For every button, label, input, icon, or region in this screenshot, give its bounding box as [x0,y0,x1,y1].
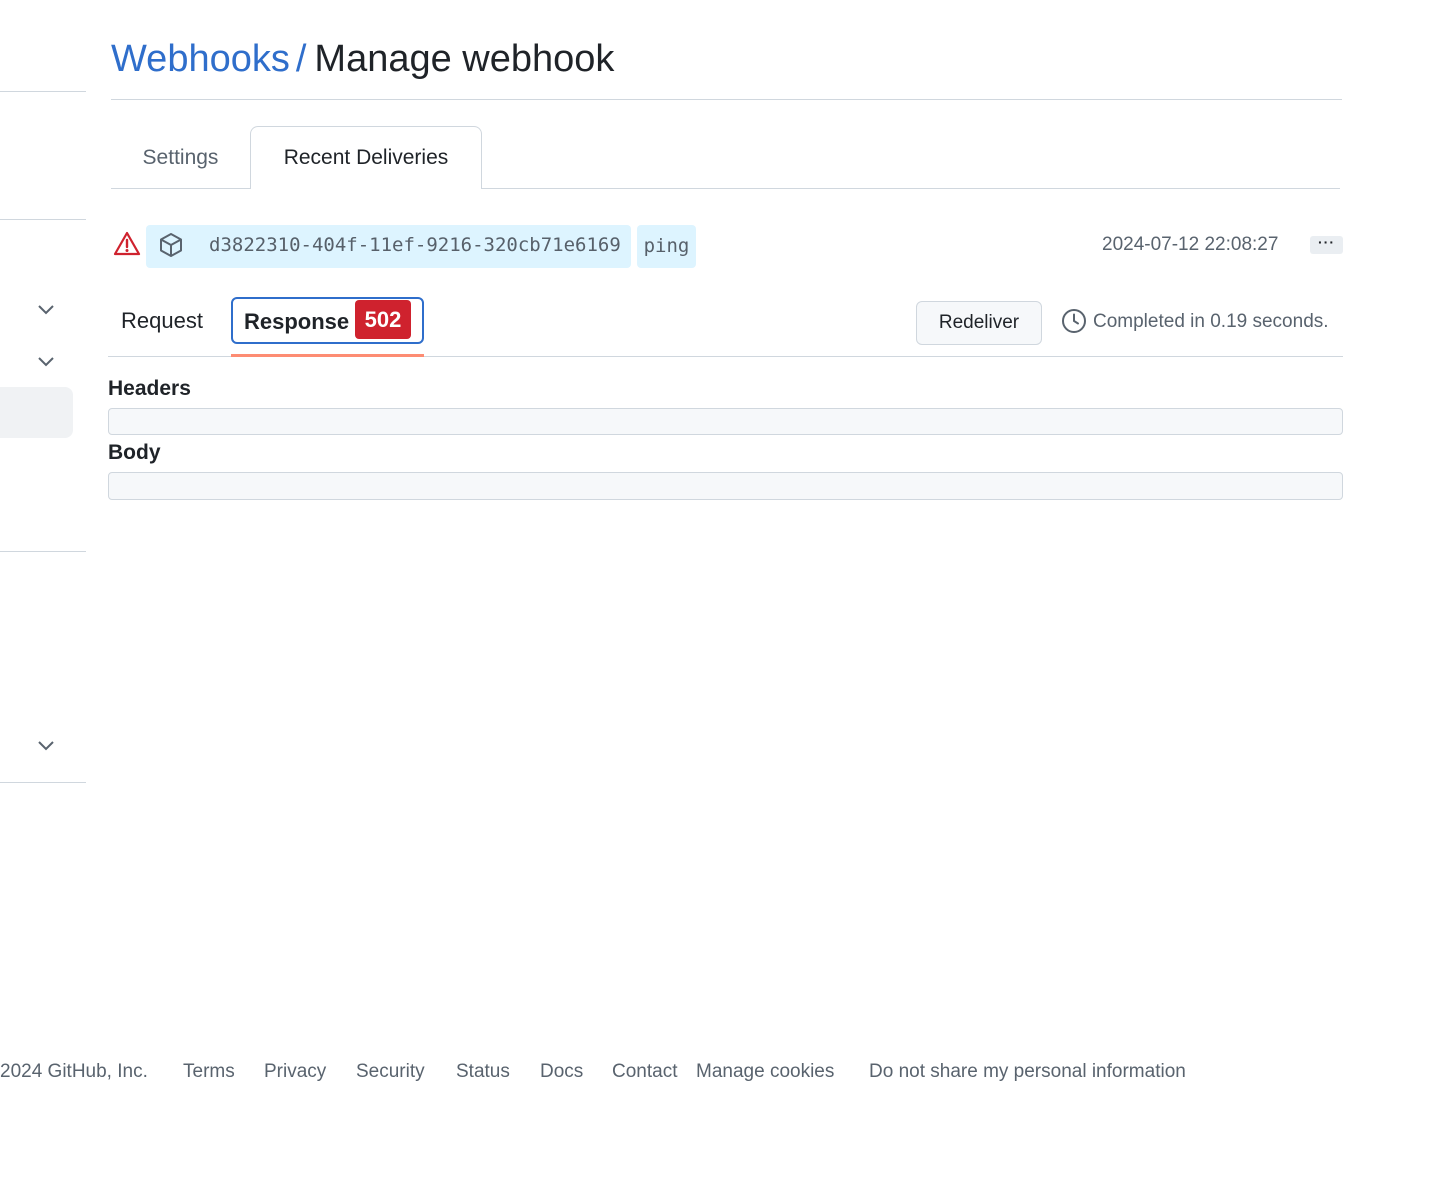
tab-recent-deliveries[interactable]: Recent Deliveries [250,126,482,189]
tab-settings[interactable]: Settings [111,127,250,189]
breadcrumb-webhooks[interactable]: Webhooks [111,38,290,80]
sidebar-divider [0,91,86,92]
sidebar-divider [0,219,86,220]
page-title-text: Manage webhook [314,38,615,80]
sidebar-item-active[interactable] [0,387,73,438]
completion-time: Completed in 0.19 seconds. [1093,311,1329,332]
tab-response[interactable]: Response 502 [231,297,424,344]
chevron-down-icon[interactable] [36,299,56,319]
title-divider [111,99,1342,100]
active-tab-underline [231,354,424,357]
headers-code-box [108,408,1343,435]
chevron-down-icon[interactable] [36,351,56,371]
sidebar-divider [0,782,86,783]
alert-icon [113,231,141,256]
more-options-button[interactable]: ··· [1310,235,1343,254]
event-badge: ping [637,225,696,268]
tab-request[interactable]: Request [121,307,203,335]
footer-link-security[interactable]: Security [356,1061,425,1083]
footer-link-contact[interactable]: Contact [612,1061,677,1083]
page: Webhooks / Manage webhook Settings Recent … [0,0,1444,1200]
page-title: Webhooks / Manage webhook [111,36,614,82]
footer-link-terms[interactable]: Terms [183,1061,235,1083]
footer-link-manage-cookies[interactable]: Manage cookies [696,1061,834,1083]
breadcrumb-separator: / [295,38,307,80]
clock-icon [1062,309,1086,333]
headers-heading: Headers [108,377,191,400]
delivery-guid[interactable]: d3822310-404f-11ef-9216-320cb71e6169 [209,234,621,256]
footer-link-status[interactable]: Status [456,1061,510,1083]
footer-link-docs[interactable]: Docs [540,1061,583,1083]
body-heading: Body [108,441,161,464]
footer-link-do-not-share[interactable]: Do not share my personal information [869,1061,1186,1083]
status-badge: 502 [355,300,411,339]
sidebar-divider [0,551,86,552]
redeliver-button[interactable]: Redeliver [916,301,1042,345]
tab-response-label: Response [244,309,350,334]
chevron-down-icon[interactable] [36,735,56,755]
footer-link-privacy[interactable]: Privacy [264,1061,326,1083]
body-code-box [108,472,1343,500]
footer-copyright: 2024 GitHub, Inc. [0,1061,148,1082]
delivery-timestamp: 2024-07-12 22:08:27 [1102,234,1279,255]
package-icon [160,233,182,257]
